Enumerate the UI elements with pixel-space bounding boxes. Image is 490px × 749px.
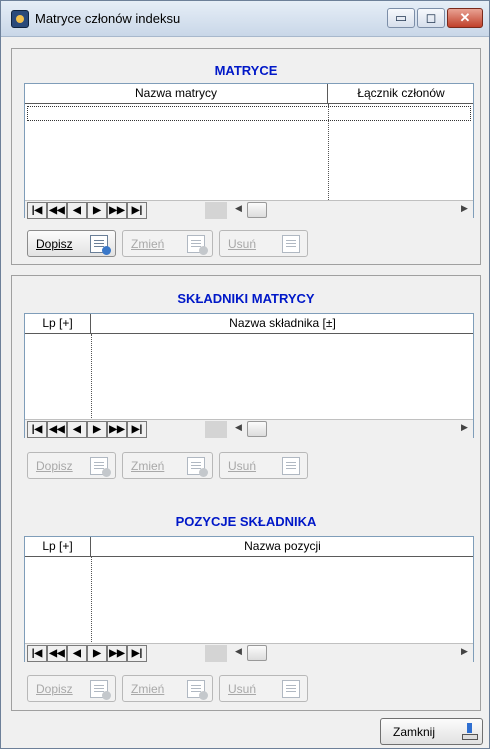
scroll-left-icon[interactable]: ◀ xyxy=(235,646,242,657)
delete-position-button[interactable]: Usuń xyxy=(219,675,308,702)
column-divider xyxy=(91,334,92,420)
add-label: Dopisz xyxy=(36,682,73,696)
prev-page-button[interactable]: ◀◀ xyxy=(47,202,67,219)
next-page-button[interactable]: ▶▶ xyxy=(107,645,127,662)
components-title: SKŁADNIKI MATRYCY xyxy=(177,291,315,306)
title-bar[interactable]: Matryce członów indeksu ▭ ◻ ✕ xyxy=(1,1,489,37)
first-record-button[interactable]: |◀ xyxy=(27,202,47,219)
delete-label: Usuń xyxy=(228,459,257,473)
edit-icon xyxy=(187,680,208,700)
column-header-lp[interactable]: Lp [+] xyxy=(25,537,91,557)
app-window: Matryce członów indeksu ▭ ◻ ✕ MATRYCE Na… xyxy=(0,0,490,749)
matrices-grid[interactable]: Nazwa matrycy Łącznik członów |◀ ◀◀ ◀ ▶ … xyxy=(24,83,474,219)
prev-page-button[interactable]: ◀◀ xyxy=(47,421,67,438)
scroll-track-gap xyxy=(205,421,227,438)
last-record-button[interactable]: ▶| xyxy=(127,421,147,438)
add-icon xyxy=(90,457,111,477)
components-grid[interactable]: Lp [+] Nazwa składnika [±] |◀ ◀◀ ◀ ▶ ▶▶ … xyxy=(24,313,474,438)
edit-matrix-button[interactable]: Zmień xyxy=(122,230,213,257)
scroll-thumb[interactable] xyxy=(247,421,267,437)
next-record-button[interactable]: ▶ xyxy=(87,421,107,438)
close-label: Zamknij xyxy=(393,725,436,739)
next-page-button[interactable]: ▶▶ xyxy=(107,202,127,219)
next-page-button[interactable]: ▶▶ xyxy=(107,421,127,438)
add-label: Dopisz xyxy=(36,237,73,251)
maximize-icon: ◻ xyxy=(425,10,437,25)
edit-component-button[interactable]: Zmień xyxy=(122,452,213,479)
maximize-button[interactable]: ◻ xyxy=(417,8,445,28)
components-grid-header: Lp [+] Nazwa składnika [±] xyxy=(25,314,473,334)
matrices-panel: MATRYCE Nazwa matrycy Łącznik członów |◀… xyxy=(11,48,481,265)
delete-icon xyxy=(282,457,300,475)
components-nav-bar: |◀ ◀◀ ◀ ▶ ▶▶ ▶| ◀ ▶ xyxy=(25,419,473,438)
last-record-button[interactable]: ▶| xyxy=(127,645,147,662)
exit-icon xyxy=(461,723,479,741)
delete-icon xyxy=(282,235,300,253)
add-icon xyxy=(90,235,111,255)
column-header-position-name[interactable]: Nazwa pozycji xyxy=(91,537,474,557)
column-header-component-name[interactable]: Nazwa składnika [±] xyxy=(91,314,474,334)
scroll-thumb[interactable] xyxy=(247,202,267,218)
next-record-button[interactable]: ▶ xyxy=(87,202,107,219)
delete-matrix-button[interactable]: Usuń xyxy=(219,230,308,257)
edit-label: Zmień xyxy=(131,459,165,473)
scroll-right-icon[interactable]: ▶ xyxy=(461,203,468,214)
add-icon xyxy=(90,680,111,700)
scroll-right-icon[interactable]: ▶ xyxy=(461,646,468,657)
edit-position-button[interactable]: Zmień xyxy=(122,675,213,702)
edit-icon xyxy=(187,235,208,255)
scroll-track-gap xyxy=(205,202,227,219)
edit-label: Zmień xyxy=(131,682,165,696)
edit-icon xyxy=(187,457,208,477)
prev-record-button[interactable]: ◀ xyxy=(67,202,87,219)
add-matrix-button[interactable]: Dopisz xyxy=(27,230,116,257)
prev-record-button[interactable]: ◀ xyxy=(67,421,87,438)
add-label: Dopisz xyxy=(36,459,73,473)
delete-label: Usuń xyxy=(228,682,257,696)
prev-page-button[interactable]: ◀◀ xyxy=(47,645,67,662)
prev-record-button[interactable]: ◀ xyxy=(67,645,87,662)
next-record-button[interactable]: ▶ xyxy=(87,645,107,662)
add-position-button[interactable]: Dopisz xyxy=(27,675,116,702)
scroll-left-icon[interactable]: ◀ xyxy=(235,203,242,214)
close-icon: ✕ xyxy=(459,10,471,25)
app-icon xyxy=(11,10,29,28)
edit-label: Zmień xyxy=(131,237,165,251)
matrices-nav-bar: |◀ ◀◀ ◀ ▶ ▶▶ ▶| ◀ ▶ xyxy=(25,200,473,219)
minimize-icon: ▭ xyxy=(394,10,408,25)
delete-icon xyxy=(282,680,300,698)
minimize-button[interactable]: ▭ xyxy=(387,8,415,28)
scroll-right-icon[interactable]: ▶ xyxy=(461,422,468,433)
positions-grid[interactable]: Lp [+] Nazwa pozycji |◀ ◀◀ ◀ ▶ ▶▶ ▶| ◀ ▶ xyxy=(24,536,474,662)
delete-label: Usuń xyxy=(228,237,257,251)
close-button[interactable]: Zamknij xyxy=(380,718,483,745)
window-title: Matryce członów indeksu xyxy=(35,11,181,26)
first-record-button[interactable]: |◀ xyxy=(27,645,47,662)
delete-component-button[interactable]: Usuń xyxy=(219,452,308,479)
scroll-left-icon[interactable]: ◀ xyxy=(235,422,242,433)
last-record-button[interactable]: ▶| xyxy=(127,202,147,219)
positions-nav-bar: |◀ ◀◀ ◀ ▶ ▶▶ ▶| ◀ ▶ xyxy=(25,643,473,662)
matrices-title: MATRYCE xyxy=(214,63,278,78)
column-header-matrix-name[interactable]: Nazwa matrycy xyxy=(25,84,328,104)
column-header-connector[interactable]: Łącznik członów xyxy=(328,84,474,104)
scroll-track-gap xyxy=(205,645,227,662)
column-header-lp[interactable]: Lp [+] xyxy=(25,314,91,334)
matrices-grid-header: Nazwa matrycy Łącznik członów xyxy=(25,84,473,104)
components-panel: SKŁADNIKI MATRYCY Lp [+] Nazwa składnika… xyxy=(11,275,481,711)
positions-grid-header: Lp [+] Nazwa pozycji xyxy=(25,537,473,557)
scroll-thumb[interactable] xyxy=(247,645,267,661)
positions-title: POZYCJE SKŁADNIKA xyxy=(175,514,317,529)
first-record-button[interactable]: |◀ xyxy=(27,421,47,438)
close-window-button[interactable]: ✕ xyxy=(447,8,483,28)
column-divider xyxy=(91,557,92,644)
add-component-button[interactable]: Dopisz xyxy=(27,452,116,479)
focused-row[interactable] xyxy=(27,106,471,121)
